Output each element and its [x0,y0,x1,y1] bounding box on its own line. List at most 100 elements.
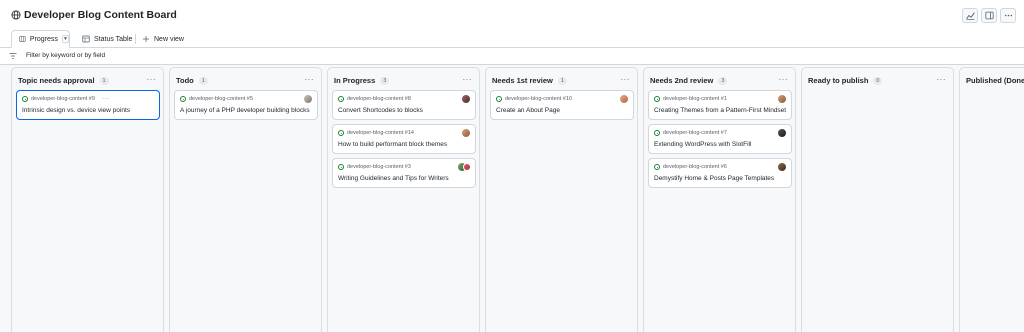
issue-open-icon [496,96,502,102]
avatar[interactable] [778,163,786,171]
card-title[interactable]: A journey of a PHP developer building bl… [180,107,310,114]
column-topic-needs-approval: Topic needs approval 1 ··· developer-blo… [11,67,164,332]
issue-open-icon [654,96,660,102]
issue-open-icon [22,96,28,102]
avatar[interactable] [463,163,471,171]
issue-card[interactable]: developer-blog-content #3 Writing Guidel… [332,158,476,188]
card-repo[interactable]: developer-blog-content #7 [663,130,727,136]
card-repo[interactable]: developer-blog-content #3 [347,164,411,170]
tab-label: New view [154,35,184,43]
chart-icon [965,12,975,20]
column-menu-icon[interactable]: ··· [779,75,789,84]
tab-label: Progress [29,35,58,43]
card-title[interactable]: Writing Guidelines and Tips for Writers [338,175,449,182]
column-menu-icon[interactable]: ··· [305,75,315,84]
card-meta: developer-blog-content #8 [338,96,411,102]
avatar[interactable] [304,95,312,103]
header-actions [962,8,1016,23]
card-repo[interactable]: developer-blog-content #1 [663,96,727,102]
issue-open-icon [338,164,344,170]
card-title[interactable]: Intrinsic design vs. device view points [22,107,130,114]
issue-open-icon [338,130,344,136]
column-title: Needs 1st review [492,76,553,85]
column-needs-1st-review: Needs 1st review 1 ··· developer-blog-co… [485,67,638,332]
issue-open-icon [338,96,344,102]
page-title: Developer Blog Content Board [24,9,177,21]
avatar[interactable] [462,95,470,103]
column-menu-icon[interactable]: ··· [463,75,473,84]
issue-card[interactable]: developer-blog-content #10 Create an Abo… [490,90,634,120]
filter-icon [9,53,17,59]
filter-input[interactable]: Filter by keyword or by field [26,52,105,59]
column-header: Needs 2nd review 3 ··· [650,75,789,86]
insights-button[interactable] [962,8,978,23]
column-menu-icon[interactable]: ··· [147,75,157,84]
column-title: Published (Done) [966,76,1024,85]
avatar[interactable] [462,129,470,137]
filter-bar[interactable]: Filter by keyword or by field [0,48,1024,65]
column-title: Ready to publish [808,76,869,85]
column-count: 3 [718,76,728,85]
avatar[interactable] [778,129,786,137]
card-repo[interactable]: developer-blog-content #9 [31,96,95,102]
column-menu-icon[interactable]: ··· [937,75,947,84]
column-count: 3 [380,76,390,85]
tab-divider [135,34,136,44]
card-meta: developer-blog-content #7 [654,130,727,136]
card-menu-icon[interactable]: ··· [102,96,110,102]
column-header: Needs 1st review 1 ··· [492,75,631,86]
card-meta: developer-blog-content #3 [338,164,411,170]
view-tabs: Progress ▼ Status Table New view [0,29,1024,48]
card-title[interactable]: How to build performant block themes [338,141,447,148]
column-count: 1 [557,76,567,85]
column-in-progress: In Progress 3 ··· developer-blog-content… [327,67,480,332]
card-title[interactable]: Create an About Page [496,107,560,114]
column-needs-2nd-review: Needs 2nd review 3 ··· developer-blog-co… [643,67,796,332]
column-ready-to-publish: Ready to publish 0 ··· [801,67,954,332]
tab-progress[interactable]: Progress ▼ [11,30,70,48]
card-repo[interactable]: developer-blog-content #6 [663,164,727,170]
issue-open-icon [654,130,660,136]
card-meta: developer-blog-content #1 [654,96,727,102]
column-header: Published (Done) [966,75,1024,86]
table-icon [82,35,90,43]
column-title: Topic needs approval [18,76,95,85]
card-title[interactable]: Extending WordPress with SlotFill [654,141,751,148]
avatar[interactable] [620,95,628,103]
card-title[interactable]: Creating Themes from a Pattern-First Min… [654,107,786,114]
column-header: Todo 1 ··· [176,75,315,86]
card-repo[interactable]: developer-blog-content #14 [347,130,414,136]
issue-card[interactable]: developer-blog-content #6 Demystify Home… [648,158,792,188]
globe-icon [11,10,21,20]
card-title[interactable]: Convert Shortcodes to blocks [338,107,423,114]
card-repo[interactable]: developer-blog-content #8 [347,96,411,102]
issue-card[interactable]: developer-blog-content #7 Extending Word… [648,124,792,154]
side-panel-button[interactable] [981,8,997,23]
issue-card[interactable]: developer-blog-content #8 Convert Shortc… [332,90,476,120]
issue-card[interactable]: developer-blog-content #1 Creating Theme… [648,90,792,120]
tab-status-table[interactable]: Status Table [82,30,132,48]
card-meta: developer-blog-content #6 [654,164,727,170]
card-repo[interactable]: developer-blog-content #5 [189,96,253,102]
card-repo[interactable]: developer-blog-content #10 [505,96,572,102]
column-header: Ready to publish 0 ··· [808,75,947,86]
column-title: In Progress [334,76,376,85]
board: Topic needs approval 1 ··· developer-blo… [0,65,1024,332]
column-header: Topic needs approval 1 ··· [18,75,157,86]
more-options-button[interactable] [1000,8,1016,23]
issue-card[interactable]: developer-blog-content #14 How to build … [332,124,476,154]
issue-open-icon [180,96,186,102]
card-meta: developer-blog-content #14 [338,130,414,136]
issue-card[interactable]: developer-blog-content #5 A journey of a… [174,90,318,120]
new-view-button[interactable]: New view [142,30,184,48]
card-meta: developer-blog-content #9 ··· [22,96,109,102]
chevron-down-icon[interactable]: ▼ [61,35,69,43]
column-count: 1 [198,76,208,85]
project-header: Developer Blog Content Board [0,0,1024,31]
avatar[interactable] [778,95,786,103]
issue-card[interactable]: developer-blog-content #9 ··· Intrinsic … [16,90,160,120]
side-panel-icon [984,11,994,20]
column-menu-icon[interactable]: ··· [621,75,631,84]
card-title[interactable]: Demystify Home & Posts Page Templates [654,175,774,182]
column-todo: Todo 1 ··· developer-blog-content #5 A j… [169,67,322,332]
